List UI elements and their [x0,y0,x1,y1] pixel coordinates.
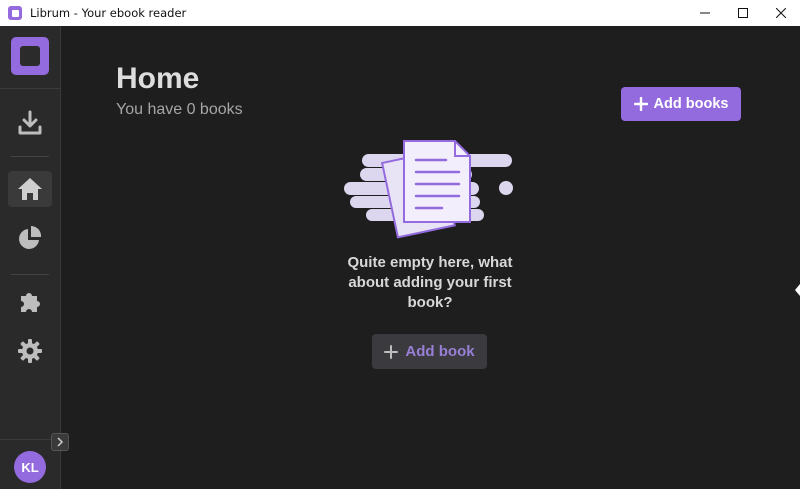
sidebar-divider [0,88,61,89]
window-title: Librum - Your ebook reader [30,6,187,20]
puzzle-icon [21,293,40,312]
gear-icon [18,339,42,363]
plus-icon [384,344,399,359]
title-bar: Librum - Your ebook reader [0,0,800,26]
add-book-button[interactable]: Add book [372,334,487,369]
pie-chart-icon [19,225,42,249]
close-icon [776,8,786,18]
empty-state-message: Quite empty here, what about adding your… [347,254,513,311]
book-count: You have 0 books [116,101,243,118]
sidebar-divider [11,274,49,275]
page-title: Home [116,62,200,95]
expand-sidebar-button[interactable] [51,433,69,451]
sidebar-item-plugins[interactable] [8,283,52,319]
maximize-button[interactable] [724,0,762,26]
minimize-icon [700,12,710,14]
chevron-right-icon [57,437,64,447]
app-icon [8,6,22,20]
sidebar-item-statistics[interactable] [8,220,52,256]
sidebar-item-download[interactable] [8,105,52,141]
plus-icon [633,97,648,111]
minimize-button[interactable] [686,0,724,26]
maximize-icon [738,8,748,18]
sidebar: KL [0,26,61,489]
sidebar-item-settings[interactable] [8,333,52,369]
download-icon [18,110,42,135]
add-books-label: Add books [653,96,729,112]
logo-mark [20,46,40,66]
empty-library-illustration [344,140,513,239]
sidebar-divider [11,156,49,157]
window-controls [686,0,800,26]
close-button[interactable] [762,0,800,26]
add-books-button[interactable]: Add books [621,87,741,121]
avatar[interactable]: KL [14,451,46,483]
resize-handle-icon[interactable] [795,284,800,296]
add-book-label: Add book [405,343,475,360]
sidebar-item-home[interactable] [8,171,52,207]
home-icon [18,178,42,200]
app-logo[interactable] [11,37,49,75]
